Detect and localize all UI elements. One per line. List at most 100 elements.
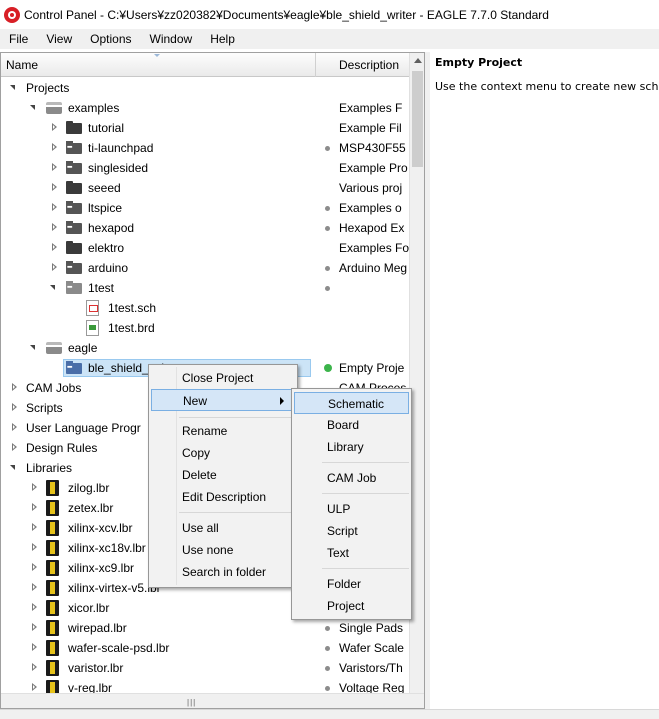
scroll-grip-icon[interactable]: ||| bbox=[187, 698, 196, 707]
tree-row[interactable]: singlesided Example Pro bbox=[1, 158, 409, 178]
status-bar bbox=[0, 709, 659, 719]
collapsed-arrow-icon[interactable] bbox=[30, 563, 39, 572]
submenu-item-cam-job[interactable]: CAM Job bbox=[294, 467, 409, 489]
horizontal-scrollbar[interactable]: ||| bbox=[1, 693, 424, 708]
collapsed-arrow-icon[interactable] bbox=[30, 523, 39, 532]
collapsed-arrow-icon[interactable] bbox=[50, 183, 59, 192]
menu-item-edit-description[interactable]: Edit Description bbox=[151, 486, 295, 508]
tree-row[interactable]: wirepad.lbr Single Pads bbox=[1, 618, 409, 638]
menu-item-delete[interactable]: Delete bbox=[151, 464, 295, 486]
menu-item-copy[interactable]: Copy bbox=[151, 442, 295, 464]
status-dot-icon[interactable] bbox=[325, 226, 330, 231]
menu-item-use-none[interactable]: Use none bbox=[151, 539, 295, 561]
tree-row[interactable]: eagle bbox=[1, 338, 409, 358]
status-dot-icon[interactable] bbox=[325, 646, 330, 651]
tree-row-label: tutorial bbox=[88, 121, 125, 135]
scroll-thumb[interactable] bbox=[412, 71, 423, 167]
expanded-arrow-icon[interactable] bbox=[30, 343, 39, 352]
status-dot-icon[interactable] bbox=[325, 626, 330, 631]
library-icon bbox=[46, 500, 59, 516]
collapsed-arrow-icon[interactable] bbox=[50, 143, 59, 152]
status-dot-icon[interactable] bbox=[325, 686, 330, 691]
collapsed-arrow-icon[interactable] bbox=[50, 263, 59, 272]
status-dot-icon[interactable] bbox=[325, 666, 330, 671]
menu-item-label: CAM Job bbox=[327, 471, 377, 485]
collapsed-arrow-icon[interactable] bbox=[10, 423, 19, 432]
collapsed-arrow-icon[interactable] bbox=[50, 243, 59, 252]
expanded-arrow-icon[interactable] bbox=[50, 283, 59, 292]
library-icon bbox=[46, 600, 59, 616]
expanded-arrow-icon[interactable] bbox=[30, 103, 39, 112]
tree-row-label: Libraries bbox=[26, 461, 73, 475]
tree-row-label: CAM Jobs bbox=[26, 381, 82, 395]
menu-help[interactable]: Help bbox=[201, 29, 244, 49]
tree-row[interactable]: examples Examples F bbox=[1, 98, 409, 118]
tree-row[interactable]: 1test bbox=[1, 278, 409, 298]
collapsed-arrow-icon[interactable] bbox=[30, 643, 39, 652]
active-status-dot-icon[interactable] bbox=[324, 364, 332, 372]
menu-view[interactable]: View bbox=[37, 29, 81, 49]
collapsed-arrow-icon[interactable] bbox=[10, 403, 19, 412]
tree-row[interactable]: tutorial Example Fil bbox=[1, 118, 409, 138]
collapsed-arrow-icon[interactable] bbox=[50, 203, 59, 212]
expanded-arrow-icon[interactable] bbox=[10, 463, 19, 472]
column-header-name[interactable]: Name bbox=[6, 58, 38, 72]
status-dot-icon[interactable] bbox=[325, 206, 330, 211]
tree-row[interactable]: ti-launchpad MSP430F55 bbox=[1, 138, 409, 158]
submenu-item-schematic[interactable]: Schematic bbox=[294, 392, 409, 414]
tree-row[interactable]: wafer-scale-psd.lbr Wafer Scale bbox=[1, 638, 409, 658]
collapsed-arrow-icon[interactable] bbox=[30, 583, 39, 592]
collapsed-arrow-icon[interactable] bbox=[30, 603, 39, 612]
tree-row[interactable]: arduino Arduino Meg bbox=[1, 258, 409, 278]
menu-item-rename[interactable]: Rename bbox=[151, 420, 295, 442]
collapsed-arrow-icon[interactable] bbox=[30, 483, 39, 492]
collapsed-arrow-icon[interactable] bbox=[10, 383, 19, 392]
collapsed-arrow-icon[interactable] bbox=[50, 223, 59, 232]
collapsed-arrow-icon[interactable] bbox=[30, 543, 39, 552]
collapsed-arrow-icon[interactable] bbox=[10, 443, 19, 452]
submenu-item-library[interactable]: Library bbox=[294, 436, 409, 458]
submenu-item-folder[interactable]: Folder bbox=[294, 573, 409, 595]
tree-row-label: zetex.lbr bbox=[68, 501, 114, 515]
column-divider[interactable] bbox=[315, 53, 316, 77]
collapsed-arrow-icon[interactable] bbox=[30, 503, 39, 512]
tree-row[interactable]: seeed Various proj bbox=[1, 178, 409, 198]
menu-item-search-in-folder[interactable]: Search in folder bbox=[151, 561, 295, 583]
status-dot-icon[interactable] bbox=[325, 266, 330, 271]
menu-item-use-all[interactable]: Use all bbox=[151, 517, 295, 539]
menu-options[interactable]: Options bbox=[81, 29, 140, 49]
window-title: Control Panel - C:¥Users¥zz020382¥Docume… bbox=[24, 7, 549, 22]
tree-row[interactable]: Projects bbox=[1, 78, 409, 98]
menu-file[interactable]: File bbox=[0, 29, 37, 49]
collapsed-arrow-icon[interactable] bbox=[50, 163, 59, 172]
collapsed-arrow-icon[interactable] bbox=[50, 123, 59, 132]
submenu-item-script[interactable]: Script bbox=[294, 520, 409, 542]
status-dot-icon[interactable] bbox=[325, 146, 330, 151]
column-header-description[interactable]: Description bbox=[339, 58, 399, 72]
scroll-up-icon[interactable] bbox=[414, 58, 422, 63]
collapsed-arrow-icon[interactable] bbox=[30, 663, 39, 672]
tree-row[interactable]: 1test.brd bbox=[1, 318, 409, 338]
tree-row[interactable]: hexapod Hexapod Ex bbox=[1, 218, 409, 238]
submenu-item-board[interactable]: Board bbox=[294, 414, 409, 436]
menu-window[interactable]: Window bbox=[141, 29, 202, 49]
tree-row[interactable]: elektro Examples Fo bbox=[1, 238, 409, 258]
expanded-arrow-icon[interactable] bbox=[10, 83, 19, 92]
menu-item-new[interactable]: New bbox=[151, 389, 295, 411]
tree-row[interactable]: varistor.lbr Varistors/Th bbox=[1, 658, 409, 678]
menu-item-label: Script bbox=[327, 524, 358, 538]
menu-item-close-project[interactable]: Close Project bbox=[151, 367, 295, 389]
collapsed-arrow-icon[interactable] bbox=[30, 623, 39, 632]
tree-row[interactable]: ltspice Examples o bbox=[1, 198, 409, 218]
status-dot-icon[interactable] bbox=[325, 286, 330, 291]
submenu-item-project[interactable]: Project bbox=[294, 595, 409, 617]
submenu-item-text[interactable]: Text bbox=[294, 542, 409, 564]
eagle-app-icon[interactable] bbox=[4, 6, 20, 23]
submenu-item-ulp[interactable]: ULP bbox=[294, 498, 409, 520]
project-icon bbox=[66, 201, 82, 214]
projects-folder-icon bbox=[46, 102, 62, 114]
tree-row[interactable]: 1test.sch bbox=[1, 298, 409, 318]
collapsed-arrow-icon[interactable] bbox=[30, 683, 39, 692]
tree-row-description: MSP430F55 bbox=[339, 141, 406, 155]
tree-row-label: xilinx-xcv.lbr bbox=[68, 521, 133, 535]
